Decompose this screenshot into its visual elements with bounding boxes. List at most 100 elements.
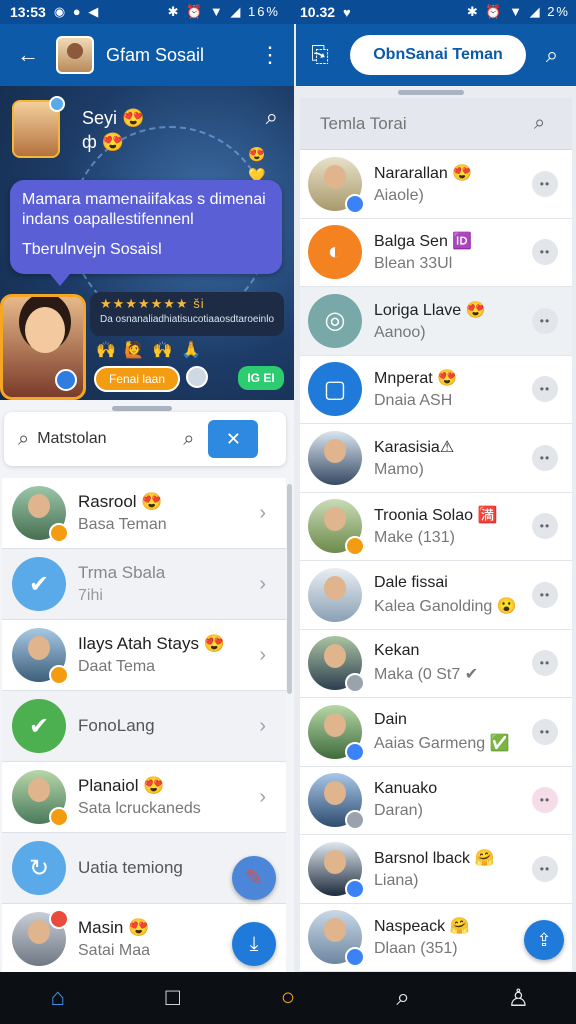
contact-sub: Daat Tema <box>78 658 156 675</box>
more-options-icon[interactable]: •• <box>532 787 558 814</box>
list-item[interactable]: Kekan Maka (0 St7 ✔ •• <box>300 629 572 698</box>
drag-handle[interactable] <box>112 406 172 411</box>
clear-search-button[interactable]: ✕ <box>208 420 259 458</box>
avatar <box>12 486 69 543</box>
list-item[interactable]: Troonia Solao 🈵 Make (131) •• <box>300 492 572 561</box>
back-arrow-icon[interactable]: ← <box>8 35 48 75</box>
square-icon[interactable]: □ <box>145 978 201 1018</box>
app-logo-icon: ◎ <box>308 293 362 348</box>
search-icon[interactable]: ⌕ <box>534 112 545 135</box>
more-options-icon[interactable]: •• <box>532 855 558 882</box>
home-icon[interactable]: ⌂ <box>30 978 86 1018</box>
score-badge: IG EI <box>238 366 284 390</box>
group-avatar[interactable] <box>56 36 94 74</box>
heart-eyes-emoji: 😍 <box>203 634 225 653</box>
avatar <box>308 704 365 762</box>
list-item[interactable]: Nararallan 😍 Aiaole) •• <box>300 150 572 219</box>
profile-avatar[interactable] <box>12 96 65 158</box>
contact-sub: Aiaole) <box>374 186 424 204</box>
download-fab-icon[interactable]: ⤓ <box>232 922 276 966</box>
status-system-icons-right: ✱ ⏰ ▼ ◢ 2% <box>466 4 570 19</box>
clipboard-icon[interactable]: ⎘ <box>300 35 340 75</box>
bottom-navigation: ⌂ □ ○ ⌕ ♙ <box>0 972 576 1024</box>
rating-card: ★★★★★★★ ši Da osnanaliadhiatisucotiaaosd… <box>90 292 284 336</box>
list-item[interactable]: ◎ Loriga Llave 😍 Aanoo) •• <box>300 287 572 356</box>
emoji: 😍 <box>437 370 458 388</box>
app-logo-icon: ▢ <box>308 362 362 417</box>
badge-icon <box>345 536 365 557</box>
more-options-icon[interactable]: •• <box>532 170 558 197</box>
list-item[interactable]: ✔ FonoLang › <box>2 691 286 762</box>
search-icon[interactable]: ⌕ <box>183 428 194 451</box>
badge-icon <box>345 810 365 831</box>
message-bubble[interactable]: Mamara mamenaiifakas s dimenai indans oa… <box>10 180 282 286</box>
list-item[interactable]: ▢ Mnperat 😍 Dnaia ASH •• <box>300 355 572 424</box>
online-badge <box>49 96 65 112</box>
contact-name: Rasrool <box>78 492 137 511</box>
list-item[interactable]: Ilays Atah Stays 😍 Daat Tema › <box>2 620 286 691</box>
chevron-right-icon: › <box>259 714 266 737</box>
share-fab-icon[interactable]: ⇪ <box>524 920 564 960</box>
profile-icon[interactable]: ♙ <box>490 978 546 1018</box>
contact-name: FonoLang <box>78 716 155 735</box>
heart-eyes-emoji: 😍 <box>122 108 145 128</box>
list-item[interactable]: Barsnol lback 🤗 Liana) •• <box>300 835 572 904</box>
chevron-right-icon: › <box>259 785 266 808</box>
heart-eyes-emoji: 😍 <box>141 492 163 511</box>
contact-sub: Sata lcruckaneds <box>78 800 201 817</box>
more-options-icon[interactable]: •• <box>532 239 558 266</box>
list-item[interactable]: Karasisia⚠ Mamo) •• <box>300 424 572 493</box>
left-contact-list: Rasrool 😍 Basa Teman › ✔ Trma Sbala 7ihi… <box>2 478 286 972</box>
circle-icon[interactable]: ○ <box>260 978 316 1018</box>
more-options-icon[interactable]: •• <box>532 718 558 745</box>
contact-search-input[interactable] <box>37 430 158 448</box>
avatar <box>308 156 365 214</box>
avatar <box>308 430 362 485</box>
more-options-icon[interactable]: •• <box>532 376 558 403</box>
contact-name: Troonia Solao <box>374 507 474 525</box>
friend-search-input[interactable] <box>320 113 520 134</box>
search-icon[interactable]: ⌕ <box>375 978 431 1018</box>
list-item[interactable]: ✔ Trma Sbala 7ihi › <box>2 549 286 620</box>
more-options-icon[interactable]: •• <box>532 581 558 608</box>
more-options-icon[interactable]: •• <box>532 650 558 677</box>
contact-sub: Liana) <box>374 871 419 889</box>
list-item[interactable]: Kanuako Daran) •• <box>300 766 572 835</box>
drag-handle[interactable] <box>398 90 464 95</box>
more-options-icon[interactable]: •• <box>532 513 558 540</box>
list-item[interactable]: Dale fissai Kalea Ganolding 😮 •• <box>300 561 572 630</box>
featured-portrait[interactable] <box>0 294 86 400</box>
avatar <box>12 770 69 827</box>
tag-button[interactable]: Fenai laan <box>94 366 180 392</box>
emoji: 🤗 <box>474 849 495 867</box>
contact-name: Planaiol <box>78 776 139 795</box>
list-item[interactable]: Rasrool 😍 Basa Teman › <box>2 478 286 549</box>
find-friends-button[interactable]: ObnSanai Teman <box>350 35 526 75</box>
avatar <box>308 910 365 968</box>
more-options-icon[interactable]: •• <box>532 444 558 471</box>
contact-name: Trma Sbala <box>78 563 166 582</box>
pin-fab-icon[interactable]: ✎ <box>232 856 276 900</box>
contact-name: Karasisia <box>374 438 440 456</box>
heart-eyes-emoji: 😍 <box>248 146 266 162</box>
profile-sub: ф 😍 <box>82 132 125 152</box>
heart-eyes-emoji: 😍 <box>128 918 150 937</box>
scrollbar[interactable] <box>287 484 292 694</box>
bubble-caption: Tberulnvejn Sosaisl <box>22 241 162 258</box>
contact-name: Mnperat <box>374 370 433 388</box>
list-item[interactable]: Dain Aaias Garmeng ✅ •• <box>300 698 572 767</box>
more-menu-icon[interactable]: ⋮ <box>250 35 290 75</box>
list-item[interactable]: ◐ Balga Sen 🆔 Blean 33Ul •• <box>300 218 572 287</box>
badge-icon <box>49 523 69 543</box>
search-icon[interactable]: ⌕ <box>532 35 572 75</box>
badge-icon <box>49 665 69 685</box>
hero-search-icon[interactable]: ⌕ <box>266 104 278 130</box>
profile-name: Seyi 😍 <box>82 108 145 128</box>
contact-sub: 7ihi <box>78 587 103 604</box>
more-options-icon[interactable]: •• <box>532 307 558 334</box>
list-item[interactable]: Planaiol 😍 Sata lcruckaneds › <box>2 762 286 833</box>
friend-list: Nararallan 😍 Aiaole) •• ◐ Balga Sen 🆔 Bl… <box>300 150 572 972</box>
status-time-right: 10.32 <box>300 4 336 20</box>
contact-sub: Daran) <box>374 802 423 820</box>
avatar <box>308 499 365 557</box>
